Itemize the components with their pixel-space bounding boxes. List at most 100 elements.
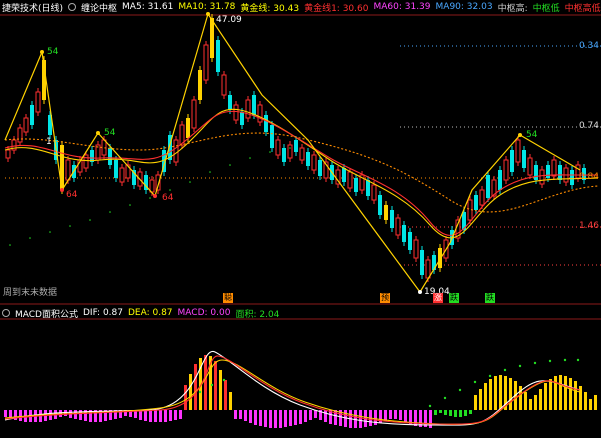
candle bbox=[149, 179, 155, 193]
candle bbox=[515, 139, 521, 163]
macd-bar bbox=[169, 410, 172, 421]
macd-bar bbox=[529, 399, 532, 410]
candle bbox=[498, 170, 502, 190]
macd-bar bbox=[444, 410, 447, 415]
macd-bar bbox=[4, 410, 7, 417]
candle bbox=[534, 165, 538, 180]
macd-bar bbox=[294, 410, 297, 425]
signal-mark-1[interactable]: 聪 bbox=[223, 293, 233, 303]
moving-averages bbox=[4, 108, 599, 239]
macd-title[interactable]: MACD面积公式 bbox=[15, 307, 78, 320]
macd-bar bbox=[74, 410, 77, 419]
macd-bar bbox=[554, 376, 557, 410]
candle bbox=[233, 104, 239, 121]
gold-line1-label: 黄金线1: 30.60 bbox=[304, 3, 369, 14]
candle bbox=[551, 159, 557, 177]
candle bbox=[270, 125, 274, 148]
macd-bar bbox=[384, 410, 387, 421]
macd-bar bbox=[434, 410, 437, 415]
candle bbox=[210, 18, 214, 58]
macd-bar bbox=[474, 395, 477, 410]
macd-bar bbox=[394, 410, 397, 419]
macd-bar bbox=[574, 381, 577, 410]
macd-bar bbox=[149, 410, 152, 422]
candle bbox=[503, 159, 509, 181]
zhongshu-low-label: 中枢低 bbox=[532, 3, 560, 14]
macd-bar bbox=[159, 410, 162, 422]
stock-title[interactable]: 捷荣技术(日线) bbox=[2, 1, 63, 14]
macd-bar bbox=[359, 410, 362, 428]
macd-bar bbox=[219, 370, 222, 410]
pivot-label-3: 54 bbox=[526, 130, 538, 140]
signal-mark-3[interactable]: 涨 bbox=[433, 293, 443, 303]
candle bbox=[65, 159, 71, 181]
candle bbox=[35, 91, 41, 113]
macd-bar bbox=[439, 410, 442, 413]
candle bbox=[198, 70, 202, 100]
macd-bar bbox=[284, 410, 287, 427]
macd-bar bbox=[389, 410, 392, 419]
dea-label: DEA: 0.87 bbox=[127, 308, 173, 318]
macd-bar bbox=[299, 410, 302, 424]
candle bbox=[378, 195, 382, 215]
ma90-label: MA90: 32.03 bbox=[435, 2, 493, 12]
candle bbox=[221, 74, 227, 96]
zhongshu-high-label: 中枢高: bbox=[497, 3, 528, 14]
macd-bar bbox=[499, 375, 502, 410]
candle bbox=[119, 167, 125, 183]
macd-value-label: MACD: 0.00 bbox=[177, 308, 231, 318]
main-header-bar: 捷荣技术(日线) 缠论中枢 MA5: 31.61 MA10: 31.78 黄金线… bbox=[0, 0, 601, 14]
macd-settings-icon[interactable] bbox=[2, 309, 10, 317]
macd-bar bbox=[584, 392, 587, 410]
candle bbox=[306, 152, 310, 166]
macd-bar bbox=[249, 410, 252, 423]
candle bbox=[354, 178, 358, 192]
macd-bar bbox=[289, 410, 292, 426]
candle bbox=[366, 180, 370, 196]
level-label-4: 1.46 bbox=[578, 221, 599, 231]
macd-bar bbox=[509, 378, 512, 410]
candle bbox=[510, 150, 514, 172]
dot-line bbox=[9, 147, 291, 246]
candle bbox=[539, 169, 545, 185]
pivot-label-4: 64 bbox=[66, 190, 78, 200]
signal-mark-4[interactable]: 跌 bbox=[449, 293, 459, 303]
candle bbox=[264, 115, 268, 132]
dif-label: DIF: 0.87 bbox=[82, 308, 123, 318]
macd-bar bbox=[214, 361, 217, 410]
macd-bar bbox=[479, 389, 482, 410]
candle bbox=[173, 139, 179, 163]
macd-bar bbox=[494, 376, 497, 410]
macd-header-bar: MACD面积公式 DIF: 0.87 DEA: 0.87 MACD: 0.00 … bbox=[0, 306, 279, 320]
macd-bar bbox=[564, 376, 567, 410]
indicator-name[interactable]: 缠论中枢 bbox=[81, 1, 117, 14]
macd-bar bbox=[559, 375, 562, 410]
candle bbox=[413, 239, 419, 259]
macd-bar bbox=[179, 410, 182, 419]
candle bbox=[371, 184, 377, 201]
macd-bar bbox=[204, 355, 207, 410]
candle bbox=[287, 144, 293, 159]
macd-bar bbox=[244, 410, 247, 421]
candle bbox=[558, 165, 562, 180]
macd-bar bbox=[524, 392, 527, 410]
candle bbox=[311, 154, 317, 171]
ma5-label: MA5: 31.61 bbox=[122, 2, 174, 12]
settings-circle-icon[interactable] bbox=[68, 3, 77, 11]
macd-bar bbox=[259, 410, 262, 426]
macd-bar bbox=[239, 410, 242, 419]
macd-bar bbox=[19, 410, 22, 421]
candle bbox=[299, 147, 305, 161]
candle bbox=[203, 44, 209, 81]
macd-bar bbox=[164, 410, 167, 422]
signal-mark-5[interactable]: 跌 bbox=[485, 293, 495, 303]
macd-bar bbox=[484, 383, 487, 410]
candle bbox=[425, 259, 431, 279]
macd-bar bbox=[544, 383, 547, 410]
candle bbox=[420, 250, 424, 275]
macd-bar bbox=[154, 410, 157, 422]
signal-mark-2[interactable]: 预 bbox=[380, 293, 390, 303]
macd-bar bbox=[234, 410, 237, 419]
chart-canvas bbox=[0, 12, 601, 428]
candle bbox=[17, 127, 23, 143]
